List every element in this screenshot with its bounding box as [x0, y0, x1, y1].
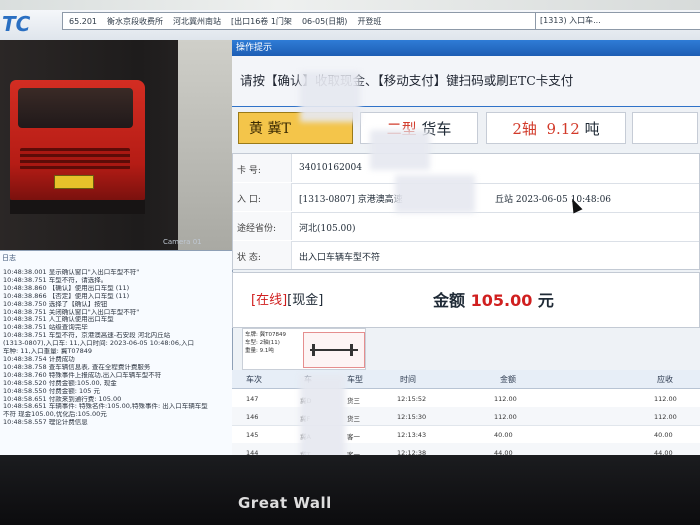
privacy-blur [300, 72, 360, 122]
amount-label: 金额 [433, 291, 466, 310]
info-field: 65.201 [69, 16, 97, 26]
status-label: 状 态: [237, 253, 261, 263]
table-cell: 12:15:30 [397, 413, 427, 421]
table-cell: 40.00 [654, 431, 673, 439]
table-cell: 货三 [347, 397, 360, 405]
log-line: 10:48:38.860 【确认】使用出口车型 (11) [3, 284, 130, 292]
card-value: 34010162004 [299, 163, 362, 173]
log-line: 10:48:38.758 查车辆信息表, 查在全程费计费服务 [3, 363, 151, 371]
camera-view: Camera 01 [0, 40, 232, 250]
prompt-text: 请按【确认】收取现金、【移动支付】键扫码或刷ETC卡支付 [240, 73, 574, 88]
privacy-blur [300, 375, 345, 465]
camera-label: Camera 01 [163, 238, 202, 246]
log-line: 10:48:58.550 付费金额: 105 元 [3, 387, 100, 395]
table-cell: 货三 [347, 415, 360, 423]
log-line: 10:48:58.557 理论计费信息 [3, 419, 88, 427]
privacy-blur [370, 130, 430, 170]
log-line: 10:48:38.751 人工确认使用出口车型 [3, 316, 114, 324]
info-field: 河北冀州南站 [173, 16, 221, 26]
info-field: [出口16卷 1门架 [231, 16, 292, 26]
monitor-screen: TC 65.201 衡水京段收费所 河北冀州南站 [出口16卷 1门架 06-0… [0, 10, 700, 480]
monitor-bezel [0, 455, 700, 525]
top-bar: TC 65.201 衡水京段收费所 河北冀州南站 [出口16卷 1门架 06-0… [0, 10, 700, 41]
table-cell: 客一 [347, 433, 360, 441]
axle-count: 2轴 [512, 120, 537, 138]
log-line: 10:48:38.751 关闭确认窗口"入出口车型不符" [3, 308, 140, 316]
log-line: 10:48:38.866 【否定】使用入口车型 (11) [3, 292, 130, 300]
table-cell: 112.00 [654, 395, 677, 403]
col-header: 应收 [657, 375, 673, 384]
entry-time: 丘站 2023-06-05 10:48:06 [495, 195, 612, 205]
axle-text: 车牌: 冀T07849 车型: 2轴(11) 重量: 9.1吨 [245, 331, 286, 355]
axle-line: 车牌: 冀T07849 [245, 332, 286, 338]
weight-value: 9.12 [546, 120, 580, 138]
table-cell: 12:15:52 [397, 395, 427, 403]
pay-method: [现金] [287, 293, 324, 308]
log-line: 10:48:38.750 选择了【确认】按钮 [3, 300, 108, 308]
province-label: 途经省份: [237, 224, 277, 234]
row-status: 状 态: 出入口车辆车型不符 [233, 241, 699, 270]
truck-bumper [10, 200, 145, 214]
log-title: 日志 [2, 254, 16, 262]
weight-unit: 吨 [584, 120, 600, 138]
axle-diagram-icon [303, 332, 365, 368]
axle-diagram-box: 车牌: 冀T07849 车型: 2轴(11) 重量: 9.1吨 [242, 328, 366, 370]
log-line: 10:48:38.760 特殊事件上报成功,出入口车辆车型不符 [3, 371, 162, 379]
info-field: 衡水京段收费所 [107, 16, 163, 26]
etc-logo: TC [2, 12, 31, 36]
card-label: 卡 号: [237, 166, 261, 176]
axle-line: 车型: 2轴(11) [245, 340, 280, 346]
table-cell: 112.00 [494, 395, 517, 403]
table-cell: 147 [246, 395, 259, 403]
truck-grill [20, 148, 130, 170]
province-value: 河北(105.00) [299, 224, 356, 234]
info-right: [1313) 入口车... [535, 12, 700, 30]
amount-value: 105.00 [470, 291, 533, 310]
col-header: 车次 [246, 375, 262, 384]
truck-windshield [18, 88, 133, 128]
status-value: 出入口车辆车型不符 [299, 253, 381, 263]
table-cell: 12:13:43 [397, 431, 427, 439]
station-info-bar: 65.201 衡水京段收费所 河北冀州南站 [出口16卷 1门架 06-05(日… [62, 12, 540, 30]
col-header: 时间 [400, 375, 416, 384]
log-line: 车种: 11,入口重量: 冀T07849 [3, 348, 92, 356]
panel-header: 操作提示 [232, 40, 700, 56]
log-line: 10:48:58.651 付款来到通行费: 105.00 [3, 395, 122, 403]
table-cell: 145 [246, 431, 259, 439]
table-cell: 146 [246, 413, 259, 421]
table-cell: 40.00 [494, 431, 513, 439]
blank-box [632, 112, 698, 144]
axle-line: 重量: 9.1吨 [245, 348, 274, 354]
col-header: 金额 [500, 375, 516, 384]
truck-plate [54, 175, 94, 189]
row-province: 途经省份: 河北(105.00) [233, 212, 699, 242]
log-line: 10:48:58.520 付费金额:105.00, 现金 [3, 379, 117, 387]
privacy-blur [395, 175, 475, 213]
payment-panel: [在线][现金] 金额 105.00 元 [232, 272, 700, 328]
log-line: 10:48:38.751 站级查询完毕 [3, 324, 88, 332]
table-cell: 112.00 [654, 413, 677, 421]
monitor-brand: Great Wall [238, 494, 332, 512]
col-header: 车型 [347, 375, 363, 384]
booth-wall [178, 40, 232, 250]
log-line: 不符 现金105.00,优化后:105.00元 [3, 411, 107, 419]
info-field: 06-05(日期) [301, 16, 348, 26]
payment-mode: [在线][现金] [251, 289, 323, 308]
entry-label: 入 口: [237, 195, 261, 205]
entry-value: [1313-0807] 京港澳高速 [299, 195, 403, 205]
log-line: 10:48:38.751 车型不符，请选择。 [3, 276, 108, 284]
log-lines: 10:48:38.001 显示确认窗口"入出口车型不符" 10:48:38.751… [3, 269, 231, 427]
log-line: 10:48:38.001 显示确认窗口"入出口车型不符" [3, 269, 140, 276]
info-field: 开登班 [357, 16, 382, 26]
amount-display: 金额 105.00 元 [433, 287, 554, 311]
online-status: [在线] [251, 293, 288, 308]
log-line: (1313-0807),入口车: 11,入口时间: 2023-06-05 10:… [3, 340, 195, 348]
table-cell: 112.00 [494, 413, 517, 421]
amount-unit: 元 [537, 291, 554, 310]
log-panel: 日志 10:48:38.001 显示确认窗口"入出口车型不符" 10:48:38.… [0, 250, 233, 466]
axle-weight-box: 2轴 9.12 吨 [486, 112, 626, 144]
log-line: 10:48:58.651 车辆事件: 特殊名件:105.00,特殊事件: 出入口… [3, 403, 208, 411]
log-line: 10:48:38.751 车型不符，京港澳高速-石安段 河北内丘站 [3, 332, 171, 340]
log-line: 10:48:38.754 计费成功 [3, 355, 75, 363]
